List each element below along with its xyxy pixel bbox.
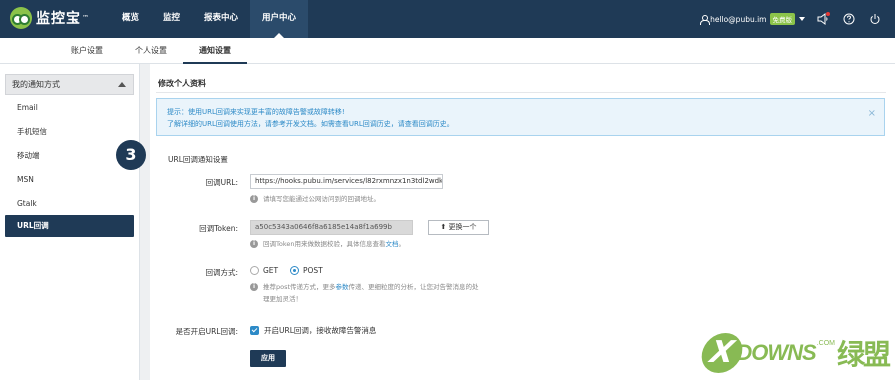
group-title: URL回调通知设置 [168, 155, 228, 164]
sub-nav: 账户设置 个人设置 通知设置 [55, 38, 247, 64]
watermark-com: .COM [816, 339, 835, 347]
watermark-cn: 绿盟 [836, 338, 891, 371]
section-divider [156, 92, 886, 93]
sidebar-item-email[interactable]: Email [5, 97, 134, 119]
top-navbar: 监控宝 ™ 概览 监控 报表中心 用户中心 hello@pubu.im 免费版 [0, 0, 895, 38]
close-icon[interactable]: × [868, 108, 876, 120]
sub-navbar: 账户设置 个人设置 通知设置 [0, 38, 895, 64]
announcement-icon[interactable] [815, 11, 831, 27]
brand-tm: ™ [82, 14, 89, 22]
callback-history-link[interactable]: 查看回调历史 [405, 120, 447, 128]
tip-alert: 提示：使用URL回调来实现更丰富的故障告警或故障转移! 了解详细的URL回调使用… [156, 98, 885, 136]
callback-url-help: i 请填写您能通过公网访问到的回调地址。 [250, 193, 380, 205]
token-docs-link[interactable]: 文档 [386, 240, 399, 248]
radio-post-circle[interactable] [290, 266, 299, 275]
nav-user-center[interactable]: 用户中心 [250, 0, 309, 38]
params-link[interactable]: 参数 [336, 283, 349, 291]
sidebar-item-mobile[interactable]: 移动端 [5, 145, 134, 167]
radio-get[interactable]: GET [250, 266, 278, 275]
brand-logo[interactable]: 监控宝 ™ [10, 6, 89, 30]
notification-dot [826, 12, 830, 16]
chevron-down-icon[interactable] [799, 17, 805, 21]
callback-token-help: i 回调Token用来做数据校验，具体信息查看文档。 [250, 238, 405, 250]
enable-callback-label: 是否开启URL回调: [175, 327, 238, 336]
callback-token-help-prefix: 回调Token用来做数据校验，具体信息查看 [263, 240, 386, 248]
nav-reports[interactable]: 报表中心 [192, 0, 250, 38]
tab-personal-settings[interactable]: 个人设置 [119, 38, 183, 64]
step-number-badge: 3 [116, 140, 146, 170]
callback-url-help-text: 请填写您能通过公网访问到的回调地址。 [263, 195, 380, 203]
change-token-button[interactable]: ⬆ 更换一个 [428, 220, 489, 235]
method-help-line2: 理更加灵活！ [263, 295, 302, 303]
sidebar-item-gtalk[interactable]: Gtalk [5, 193, 134, 215]
dev-docs-link[interactable]: 开发文档 [286, 120, 314, 128]
radio-post[interactable]: POST [290, 266, 323, 275]
callback-method-label: 回调方式: [205, 268, 238, 277]
nav-monitor[interactable]: 监控 [151, 0, 192, 38]
callback-url-label: 回调URL: [205, 178, 238, 187]
tip-line-2-mid: 。如需查看URL回调历史，请 [313, 120, 405, 128]
power-icon[interactable] [867, 11, 883, 27]
checkbox-checked-icon[interactable] [250, 326, 259, 335]
callback-token-input: a50c5343a0646f8a6185e14a8f1a699b [250, 220, 413, 235]
main-nav: 概览 监控 报表中心 用户中心 [110, 0, 309, 38]
radio-get-circle[interactable] [250, 266, 259, 275]
callback-method-help: i 推荐post传递方式，更多参数传递、更细粒度的分析，让您对告警消息的处 理更… [250, 281, 540, 305]
chevron-up-icon [118, 82, 126, 87]
sidebar-item-url-callback[interactable]: URL回调 [5, 215, 134, 237]
apply-button[interactable]: 应用 [250, 350, 286, 367]
callback-url-input[interactable]: https://hooks.pubu.im/services/l82rxmnzx… [250, 174, 443, 189]
tab-account-settings[interactable]: 账户设置 [55, 38, 119, 64]
callback-token-help-suffix: 。 [398, 240, 406, 248]
top-right-area: hello@pubu.im 免费版 [700, 0, 883, 38]
user-icon [700, 14, 711, 25]
info-icon: i [250, 283, 258, 291]
nav-overview[interactable]: 概览 [110, 0, 151, 38]
sidebar-header[interactable]: 我的通知方式 [5, 74, 134, 95]
enable-callback-checkbox[interactable]: 开启URL回调，接收故障告警消息 [250, 325, 376, 336]
sidebar-item-sms[interactable]: 手机短信 [5, 121, 134, 143]
user-email[interactable]: hello@pubu.im [710, 15, 766, 24]
sidebar-header-label: 我的通知方式 [12, 80, 60, 89]
callback-token-label: 回调Token: [199, 224, 238, 233]
info-icon: i [250, 240, 258, 248]
plan-badge: 免费版 [769, 13, 795, 25]
watermark-x: X [698, 333, 746, 373]
tip-line-2: 了解详细的URL回调使用方法，请参考开发文档。如需查看URL回调历史，请查看回调… [167, 118, 874, 130]
brand-name: 监控宝 [36, 11, 81, 27]
section-title: 修改个人资料 [158, 79, 206, 88]
info-icon: i [250, 195, 258, 203]
watermark-downs: DOWNS [736, 340, 816, 365]
site-watermark: X DOWNS .COM 绿盟 [698, 330, 891, 376]
radio-get-label: GET [263, 266, 279, 275]
logo-mascot-icon [10, 7, 32, 29]
radio-post-label: POST [303, 266, 323, 275]
method-help-suffix: 传递、更细粒度的分析，让您对告警消息的处 [348, 283, 479, 291]
sidebar-item-msn[interactable]: MSN [5, 169, 134, 191]
tip-line-1: 提示：使用URL回调来实现更丰富的故障告警或故障转移! [167, 108, 345, 116]
tab-notification-settings[interactable]: 通知设置 [183, 38, 247, 64]
help-icon[interactable] [841, 11, 857, 27]
tip-line-2-prefix: 了解详细的URL回调使用方法，请参考 [167, 120, 286, 128]
tip-line-2-suffix: 。 [446, 120, 454, 128]
method-help-prefix: 推荐post传递方式，更多 [263, 283, 336, 291]
enable-callback-checkbox-label: 开启URL回调，接收故障告警消息 [264, 326, 377, 335]
